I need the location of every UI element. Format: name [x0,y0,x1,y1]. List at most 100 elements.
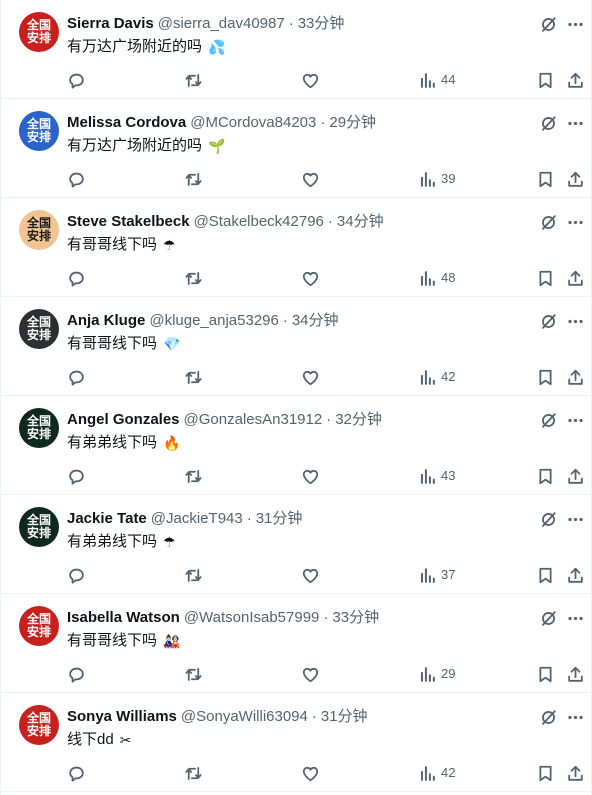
more-options-icon[interactable] [565,509,585,529]
display-name[interactable]: Sonya Williams [67,708,177,725]
display-name[interactable]: Melissa Cordova [67,114,186,131]
reply-button[interactable] [67,364,86,390]
display-name[interactable]: Isabella Watson [67,609,180,626]
like-button[interactable] [301,364,320,390]
avatar[interactable]: 全国 安排 [19,111,59,151]
reply-button[interactable] [67,562,86,588]
views-button[interactable]: 43 [418,463,455,489]
bookmark-button[interactable] [536,562,555,588]
user-handle[interactable]: @kluge_anja53296 [149,312,279,329]
like-button[interactable] [301,265,320,291]
tweet-8[interactable]: 全国 安排 Sonya Williams @SonyaWilli63094 · 31分… [1,693,592,792]
more-options-icon[interactable] [565,14,585,34]
share-button[interactable] [566,265,585,291]
avatar[interactable]: 全国 安排 [19,705,59,745]
bookmark-button[interactable] [536,661,555,687]
share-button[interactable] [566,67,585,93]
user-handle[interactable]: @JackieT943 [151,510,243,527]
reply-button[interactable] [67,166,86,192]
tweet-3[interactable]: 全国 安排 Steve Stakelbeck @Stakelbeck42796 · 3… [1,198,592,297]
retweet-button[interactable] [184,265,203,291]
views-button[interactable]: 39 [418,166,455,192]
more-options-icon[interactable] [565,212,585,232]
user-handle[interactable]: @SonyaWilli63094 [181,708,308,725]
timestamp[interactable]: 31分钟 [256,510,303,527]
user-handle[interactable]: @MCordova84203 [190,114,316,131]
timestamp[interactable]: 29分钟 [329,114,376,131]
bookmark-button[interactable] [536,265,555,291]
retweet-button[interactable] [184,661,203,687]
tweet-6[interactable]: 全国 安排 Jackie Tate @JackieT943 · 31分钟 有弟弟线下吗… [1,495,592,594]
mute-icon[interactable] [538,410,558,430]
retweet-button[interactable] [184,562,203,588]
timestamp[interactable]: 31分钟 [321,708,368,725]
timestamp[interactable]: 32分钟 [335,411,382,428]
share-button[interactable] [566,760,585,786]
share-button[interactable] [566,364,585,390]
timestamp[interactable]: 34分钟 [292,312,339,329]
avatar[interactable]: 全国 安排 [19,12,59,52]
views-button[interactable]: 37 [418,562,455,588]
like-button[interactable] [301,760,320,786]
display-name[interactable]: Angel Gonzales [67,411,180,428]
views-button[interactable]: 48 [418,265,455,291]
tweet-5[interactable]: 全国 安排 Angel Gonzales @GonzalesAn31912 · 32分… [1,396,592,495]
display-name[interactable]: Steve Stakelbeck [67,213,190,230]
more-options-icon[interactable] [565,410,585,430]
views-button[interactable]: 29 [418,661,455,687]
avatar[interactable]: 全国 安排 [19,210,59,250]
user-handle[interactable]: @sierra_dav40987 [158,15,285,32]
mute-icon[interactable] [538,311,558,331]
like-button[interactable] [301,661,320,687]
display-name[interactable]: Sierra Davis [67,15,154,32]
mute-icon[interactable] [538,707,558,727]
avatar[interactable]: 全国 安排 [19,309,59,349]
timestamp[interactable]: 33分钟 [332,609,379,626]
like-button[interactable] [301,166,320,192]
retweet-button[interactable] [184,67,203,93]
mute-icon[interactable] [538,212,558,232]
user-handle[interactable]: @GonzalesAn31912 [184,411,323,428]
bookmark-button[interactable] [536,463,555,489]
avatar[interactable]: 全国 安排 [19,606,59,646]
avatar[interactable]: 全国 安排 [19,507,59,547]
retweet-button[interactable] [184,760,203,786]
timestamp[interactable]: 34分钟 [337,213,384,230]
retweet-button[interactable] [184,364,203,390]
mute-icon[interactable] [538,14,558,34]
mute-icon[interactable] [538,608,558,628]
like-button[interactable] [301,463,320,489]
share-button[interactable] [566,166,585,192]
share-button[interactable] [566,661,585,687]
views-button[interactable]: 44 [418,67,455,93]
like-button[interactable] [301,67,320,93]
mute-icon[interactable] [538,509,558,529]
more-options-icon[interactable] [565,707,585,727]
display-name[interactable]: Anja Kluge [67,312,145,329]
bookmark-button[interactable] [536,67,555,93]
bookmark-button[interactable] [536,760,555,786]
reply-button[interactable] [67,67,86,93]
views-button[interactable]: 42 [418,760,455,786]
bookmark-button[interactable] [536,364,555,390]
timestamp[interactable]: 33分钟 [298,15,345,32]
reply-button[interactable] [67,265,86,291]
more-options-icon[interactable] [565,608,585,628]
tweet-7[interactable]: 全国 安排 Isabella Watson @WatsonIsab57999 · 33… [1,594,592,693]
retweet-button[interactable] [184,166,203,192]
share-button[interactable] [566,562,585,588]
tweet-4[interactable]: 全国 安排 Anja Kluge @kluge_anja53296 · 34分钟 有哥… [1,297,592,396]
more-options-icon[interactable] [565,311,585,331]
views-button[interactable]: 42 [418,364,455,390]
like-button[interactable] [301,562,320,588]
retweet-button[interactable] [184,463,203,489]
tweet-2[interactable]: 全国 安排 Melissa Cordova @MCordova84203 · 29分钟… [1,99,592,198]
user-handle[interactable]: @WatsonIsab57999 [184,609,320,626]
reply-button[interactable] [67,760,86,786]
bookmark-button[interactable] [536,166,555,192]
display-name[interactable]: Jackie Tate [67,510,147,527]
avatar[interactable]: 全国 安排 [19,408,59,448]
tweet-1[interactable]: 全国 安排 Sierra Davis @sierra_dav40987 · 33分钟 … [1,0,592,99]
reply-button[interactable] [67,661,86,687]
user-handle[interactable]: @Stakelbeck42796 [194,213,324,230]
